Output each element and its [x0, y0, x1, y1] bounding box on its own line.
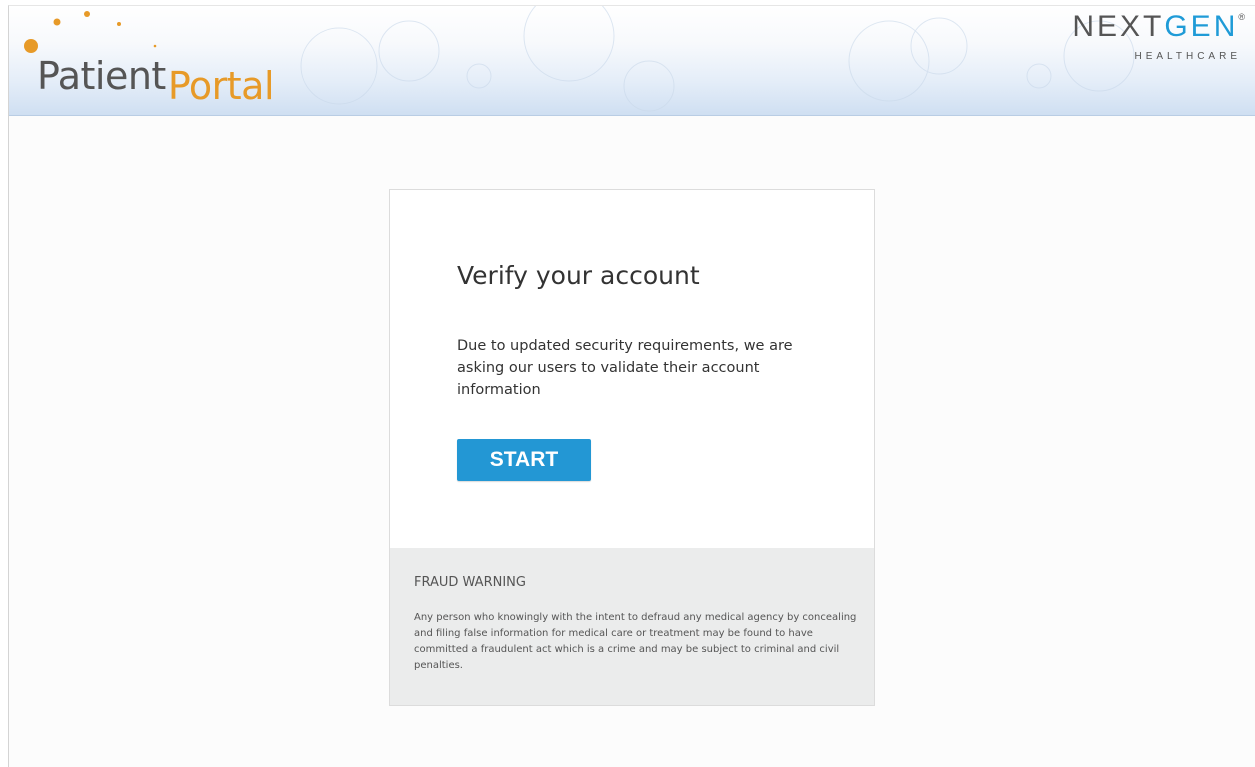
logo-text-patient: Patient — [37, 54, 166, 98]
page: PatientPortal NEXTGEN® HEALTHCARE Verify… — [8, 5, 1255, 767]
card-body-text: Due to updated security requirements, we… — [457, 338, 793, 398]
fraud-warning-section: FRAUD WARNING Any person who knowingly w… — [390, 548, 874, 705]
brand-name: NEXTGEN® — [1072, 10, 1245, 50]
start-button[interactable]: START — [457, 439, 591, 481]
card-main-section: Verify your account Due to updated secur… — [390, 190, 874, 548]
nextgen-healthcare-logo: NEXTGEN® HEALTHCARE — [1072, 10, 1245, 62]
brand-subtitle: HEALTHCARE — [1134, 51, 1241, 62]
registered-mark: ® — [1238, 12, 1245, 22]
header-banner: PatientPortal NEXTGEN® HEALTHCARE — [9, 6, 1255, 116]
card-title: Verify your account — [457, 261, 700, 290]
logo-text-portal: Portal — [167, 64, 275, 108]
verify-account-card: Verify your account Due to updated secur… — [389, 189, 875, 706]
fraud-warning-title: FRAUD WARNING — [414, 575, 526, 590]
fraud-warning-text: Any person who knowingly with the intent… — [414, 612, 857, 671]
brand-name-next: NEXT — [1072, 10, 1165, 43]
brand-name-gen: GEN — [1164, 10, 1239, 43]
patient-portal-logo[interactable]: PatientPortal — [37, 54, 275, 114]
